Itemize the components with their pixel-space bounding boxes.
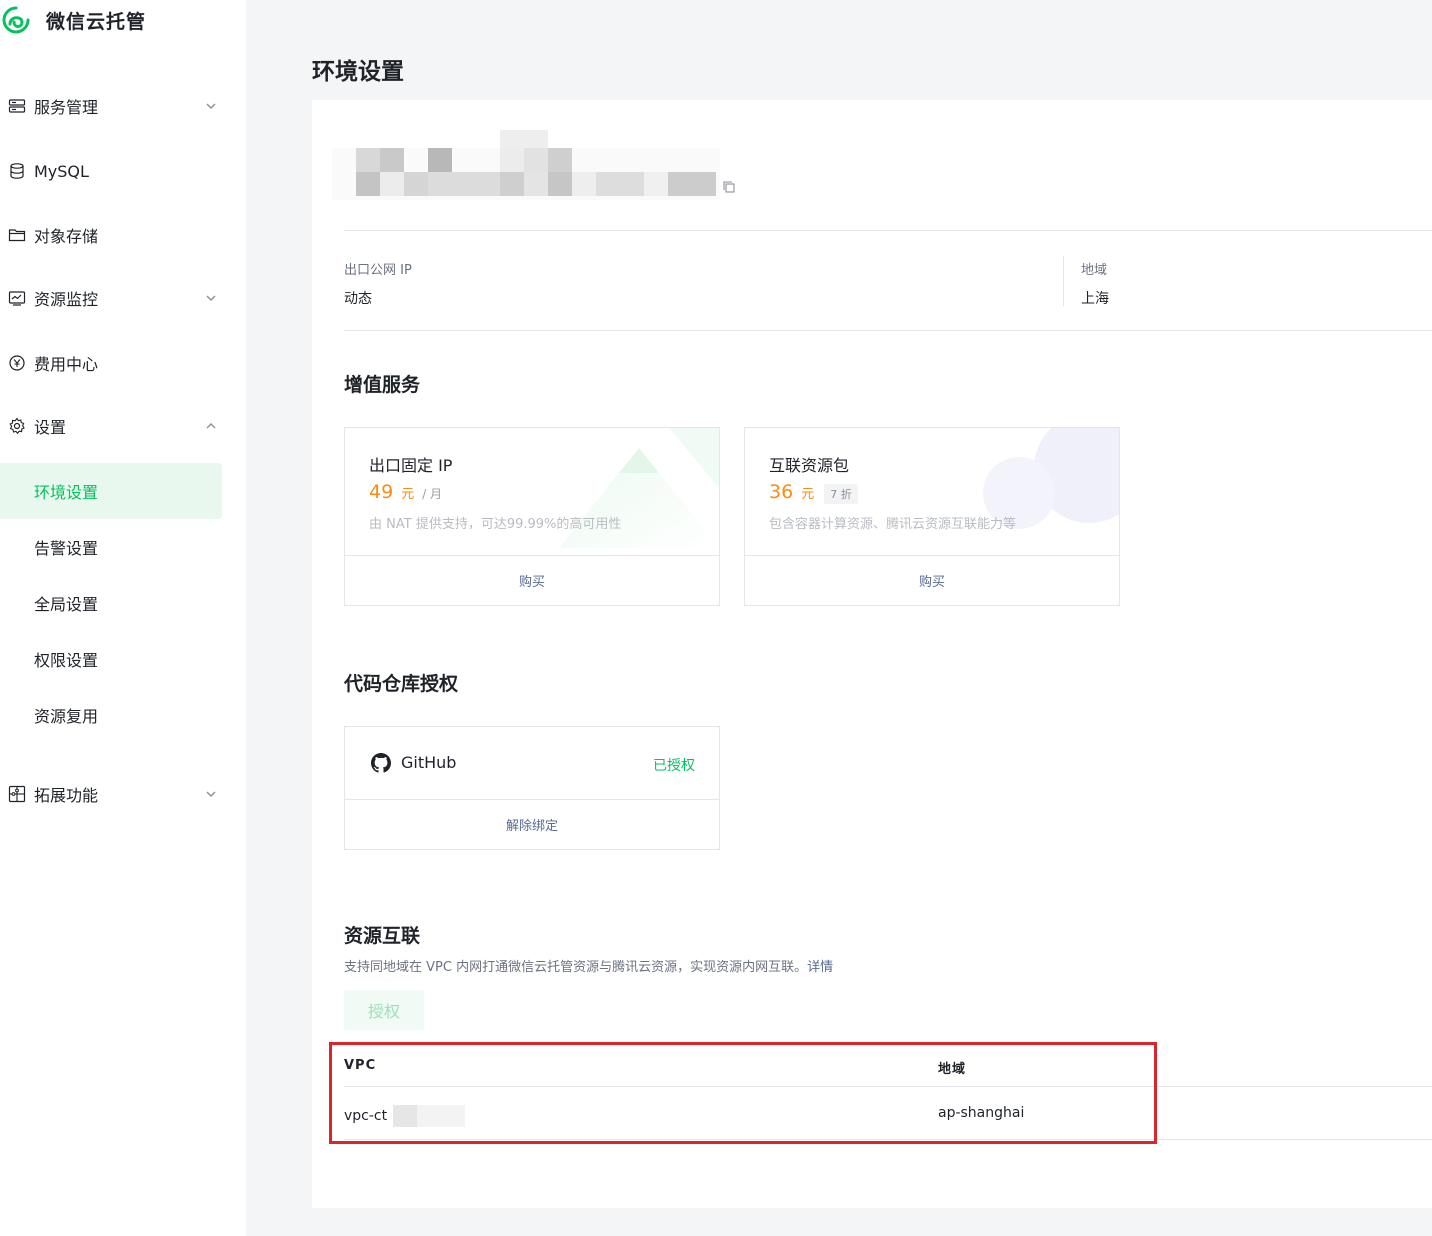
github-card: GitHub 已授权 解除绑定 [344, 726, 720, 850]
resource-link-desc-text: 支持同地域在 VPC 内网打通微信云托管资源与腾讯云资源，实现资源内网互联。 [344, 960, 808, 975]
chevron-down-icon [206, 103, 216, 109]
table-divider [344, 1139, 1432, 1140]
sidebar-item-label: 对象存储 [34, 227, 99, 246]
table-cell-region: ap-shanghai [938, 1105, 1025, 1121]
resource-pack-price: 36 元 7 折 [769, 481, 858, 504]
sidebar-subitem-global-settings[interactable]: 全局设置 [0, 575, 222, 631]
vpc-id: vpc-ct [344, 1108, 388, 1124]
sidebar-subitem-label: 权限设置 [34, 651, 99, 670]
fixed-ip-card: 出口固定 IP 49 元 / 月 由 NAT 提供支持，可达99.99%的高可用… [344, 427, 720, 606]
sidebar-item-mysql[interactable]: MySQL [0, 151, 246, 191]
table-divider [344, 1086, 1432, 1087]
value-added-title: 增值服务 [344, 374, 421, 396]
sidebar-subitem-label: 资源复用 [34, 707, 99, 726]
discount-badge: 7 折 [824, 484, 858, 504]
vpc-id-mask [393, 1105, 418, 1127]
resource-pack-title: 互联资源包 [769, 456, 850, 475]
resource-pack-card: 互联资源包 36 元 7 折 包含容器计算资源、腾讯云资源互联能力等 购买 [744, 427, 1120, 606]
buy-fixed-ip-button[interactable]: 购买 [345, 556, 719, 605]
extension-icon [8, 785, 26, 803]
egress-ip-value: 动态 [344, 291, 372, 307]
sidebar-subitem-label: 全局设置 [34, 595, 99, 614]
detail-link[interactable]: 详情 [807, 960, 833, 975]
chevron-down-icon [206, 295, 216, 301]
sidebar-item-label: 费用中心 [34, 355, 99, 374]
wechat-cloud-logo-icon [2, 6, 30, 34]
info-separator [1063, 256, 1064, 306]
sidebar-item-label: 拓展功能 [34, 786, 99, 805]
divider [344, 230, 1432, 231]
sidebar-item-label: 资源监控 [34, 290, 99, 309]
repo-auth-title: 代码仓库授权 [344, 673, 459, 695]
divider [344, 330, 1432, 331]
yen-icon [8, 354, 26, 372]
env-name-mosaic [332, 130, 720, 200]
sidebar-item-service-management[interactable]: 服务管理 [0, 86, 246, 126]
buy-resource-pack-button[interactable]: 购买 [745, 556, 1119, 605]
sidebar-item-resource-monitor[interactable]: 资源监控 [0, 278, 246, 318]
egress-ip-label: 出口公网 IP [344, 263, 412, 278]
fixed-ip-title: 出口固定 IP [369, 456, 453, 475]
sidebar-subitem-env-settings[interactable]: 环境设置 [0, 463, 222, 519]
sidebar-item-billing[interactable]: 费用中心 [0, 343, 246, 383]
resource-link-desc: 支持同地域在 VPC 内网打通微信云托管资源与腾讯云资源，实现资源内网互联。详情 [344, 956, 833, 975]
fixed-ip-desc: 由 NAT 提供支持，可达99.99%的高可用性 [369, 517, 622, 532]
database-icon [8, 162, 26, 180]
region-label: 地域 [1081, 263, 1108, 278]
gear-icon [8, 417, 26, 435]
sidebar-item-extensions[interactable]: 拓展功能 [0, 774, 246, 814]
folder-icon [8, 226, 26, 244]
table-header-vpc: VPC [344, 1058, 377, 1073]
auth-status-badge: 已授权 [653, 758, 695, 774]
price-period: / 月 [422, 487, 443, 501]
github-icon [371, 753, 391, 773]
table-header-region: 地域 [938, 1062, 967, 1077]
price-number: 36 [769, 481, 794, 503]
vpc-id-mask [417, 1105, 466, 1127]
authorize-button[interactable]: 授权 [344, 990, 424, 1030]
copy-icon[interactable] [722, 180, 736, 194]
sidebar-item-object-storage[interactable]: 对象存储 [0, 215, 246, 255]
sidebar-subitem-alert-settings[interactable]: 告警设置 [0, 519, 222, 575]
resource-pack-desc: 包含容器计算资源、腾讯云资源互联能力等 [769, 517, 1017, 532]
sidebar-subitem-permission-settings[interactable]: 权限设置 [0, 631, 222, 687]
chevron-up-icon [206, 423, 216, 429]
brand[interactable]: 微信云托管 [0, 4, 146, 36]
sidebar-item-label: 服务管理 [34, 98, 99, 117]
price-unit: 元 [401, 487, 415, 502]
page-title: 环境设置 [312, 59, 404, 85]
github-label: GitHub [401, 753, 457, 772]
chevron-down-icon [206, 791, 216, 797]
server-icon [8, 97, 26, 115]
sidebar-item-settings[interactable]: 设置 [0, 406, 246, 446]
sidebar-subitem-resource-reuse[interactable]: 资源复用 [0, 687, 222, 743]
price-number: 49 [369, 481, 394, 503]
resource-link-title: 资源互联 [344, 925, 421, 947]
chart-icon [8, 289, 26, 307]
sidebar-subitem-label: 环境设置 [34, 483, 99, 502]
sidebar: 微信云托管 服务管理 MySQL 对象存储 资源监控 费用中心 设置 环境设置 … [0, 0, 246, 1236]
unbind-button[interactable]: 解除绑定 [345, 800, 719, 849]
sidebar-subitem-label: 告警设置 [34, 539, 99, 558]
table-cell-vpc: vpc-ct [344, 1105, 466, 1127]
brand-name: 微信云托管 [46, 10, 147, 33]
sidebar-item-label: 设置 [34, 418, 67, 437]
main-card: 出口公网 IP 动态 地域 上海 增值服务 出口固定 IP 49 元 / 月 由… [312, 100, 1432, 1208]
sidebar-item-label: MySQL [34, 161, 89, 181]
region-value: 上海 [1081, 291, 1109, 307]
price-unit: 元 [801, 487, 815, 502]
fixed-ip-price: 49 元 / 月 [369, 481, 442, 503]
